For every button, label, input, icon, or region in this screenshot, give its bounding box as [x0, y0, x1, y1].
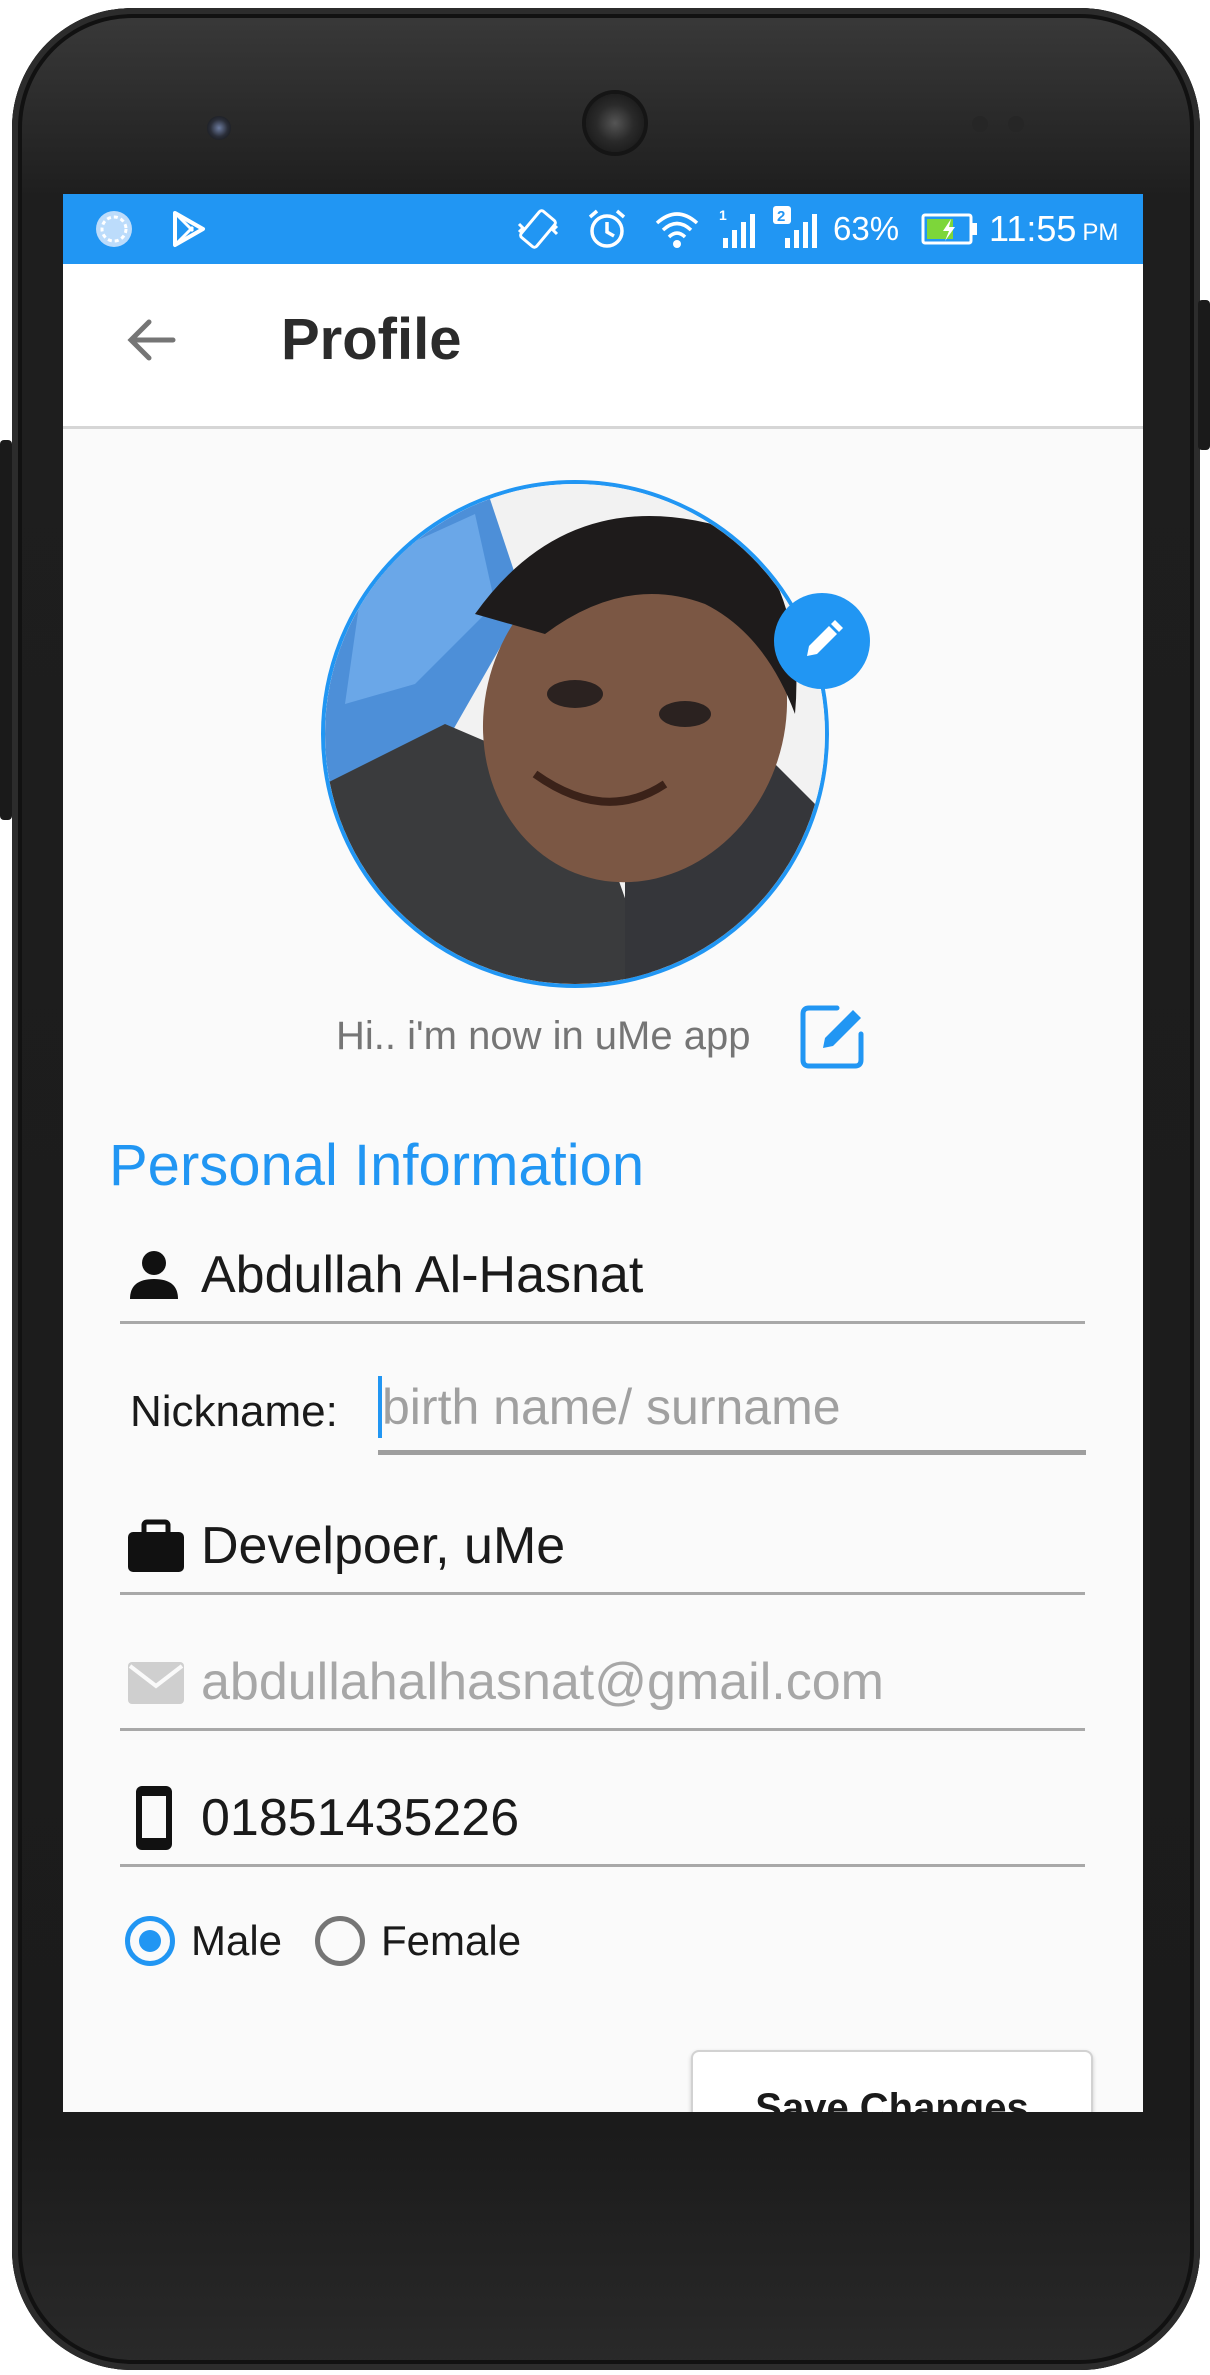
vibrate-icon — [515, 204, 561, 254]
section-title-personal-information: Personal Information — [109, 1133, 645, 1198]
email-value: abdullahalhasnat@gmail.com — [201, 1653, 884, 1711]
name-field[interactable]: Abdullah Al-Hasnat — [120, 1239, 1085, 1324]
back-arrow-icon[interactable] — [121, 310, 181, 370]
female-label: Female — [381, 1917, 522, 1964]
phone-value: 01851435226 — [201, 1789, 520, 1847]
side-volume-button — [0, 440, 12, 820]
side-power-button — [1198, 300, 1210, 450]
proximity-sensor — [972, 116, 988, 132]
mail-icon — [126, 1654, 184, 1710]
briefcase-icon — [126, 1518, 184, 1574]
nickname-input[interactable]: birth name/ surname — [378, 1370, 1086, 1455]
sync-icon — [93, 204, 135, 254]
occupation-field[interactable]: Develpoer, uMe — [120, 1510, 1085, 1595]
save-changes-button[interactable]: Save Changes — [691, 2050, 1093, 2112]
clock-time: 11:55 PM — [989, 204, 1118, 254]
app-screen: 1 2 63% 11:55 PM Profile Hi.. i'm now in… — [63, 194, 1143, 2112]
name-value: Abdullah Al-Hasnat — [201, 1246, 644, 1304]
light-sensor — [1008, 116, 1024, 132]
clock-ampm: PM — [1082, 219, 1119, 246]
sim1-badge: 1 — [719, 207, 727, 223]
alarm-icon — [585, 204, 629, 254]
profile-avatar[interactable] — [321, 480, 829, 988]
gender-option-male[interactable]: Male — [125, 1908, 282, 1974]
status-message: Hi.. i'm now in uMe app — [336, 1014, 751, 1058]
female-radio[interactable] — [315, 1916, 365, 1966]
app-bar: Profile — [63, 264, 1143, 429]
edit-status-icon[interactable] — [797, 1000, 869, 1072]
signal-sim1-icon: 1 — [715, 204, 761, 254]
occupation-value: Develpoer, uMe — [201, 1517, 566, 1575]
phone-field[interactable]: 01851435226 — [120, 1782, 1085, 1867]
earpiece-speaker — [586, 94, 644, 152]
play-store-icon — [169, 204, 209, 254]
edit-photo-button[interactable] — [774, 593, 870, 689]
pencil-icon — [807, 620, 843, 656]
wifi-icon — [653, 204, 701, 254]
avatar-photo — [325, 484, 825, 984]
signal-sim2-icon: 2 — [773, 204, 823, 254]
clock-hours-minutes: 11:55 — [989, 208, 1077, 249]
page-title: Profile — [281, 307, 462, 372]
nickname-placeholder: birth name/ surname — [382, 1379, 841, 1435]
nickname-label: Nickname: — [130, 1387, 338, 1436]
sim2-badge: 2 — [777, 208, 785, 225]
person-icon — [126, 1247, 182, 1303]
gender-option-female[interactable]: Female — [315, 1908, 521, 1974]
front-camera — [207, 116, 231, 140]
male-radio[interactable] — [125, 1916, 175, 1966]
status-bar: 1 2 63% 11:55 PM — [63, 194, 1143, 264]
male-label: Male — [191, 1917, 283, 1964]
mobile-phone-icon — [126, 1786, 182, 1850]
battery-charging-icon — [921, 204, 979, 254]
email-field[interactable]: abdullahalhasnat@gmail.com — [120, 1646, 1085, 1731]
battery-percent: 63% — [833, 210, 900, 247]
